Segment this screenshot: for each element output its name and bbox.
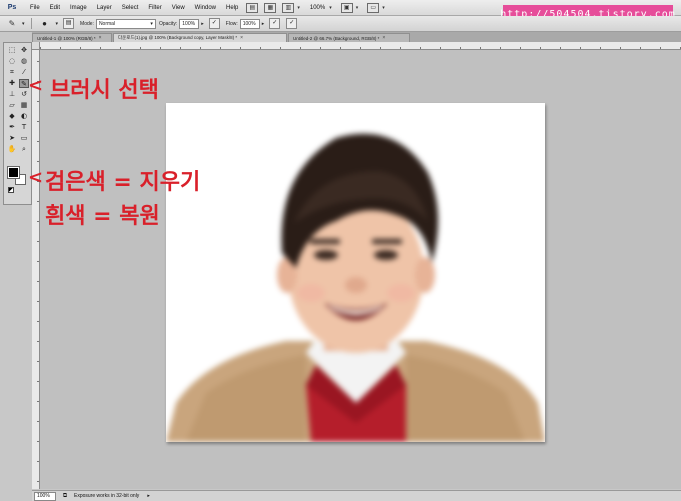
- move-tool-icon[interactable]: ✥: [19, 46, 29, 55]
- crop-tool-icon[interactable]: ⌗: [7, 68, 17, 77]
- status-info-icon[interactable]: ⧉: [60, 492, 70, 501]
- dodge-tool-icon[interactable]: ◐: [19, 112, 29, 121]
- screen-mode-icon[interactable]: ▭: [367, 2, 380, 13]
- opacity-label: Opacity:: [158, 20, 178, 27]
- ruler-origin[interactable]: [32, 42, 40, 50]
- annotation-arrow-brush: <: [28, 75, 44, 96]
- status-menu-icon[interactable]: ▸: [147, 493, 150, 499]
- image-canvas[interactable]: [166, 103, 545, 442]
- foreground-color-swatch[interactable]: [7, 166, 20, 179]
- quick-selection-tool-icon[interactable]: ◍: [19, 57, 29, 66]
- tab-label: Untitled-1 @ 100% (RGB/8) *: [37, 35, 96, 41]
- menu-window[interactable]: Window: [190, 5, 221, 11]
- menu-image[interactable]: Image: [65, 5, 92, 11]
- zoom-level[interactable]: 100%: [310, 5, 325, 11]
- zoom-dropdown-icon[interactable]: ▾: [329, 5, 332, 11]
- close-icon[interactable]: ×: [240, 35, 243, 41]
- tab-label: 다운로드(1).jpg @ 100% (Background copy, Lay…: [118, 35, 238, 40]
- divider: [30, 18, 32, 29]
- extras-dropdown-icon[interactable]: ▾: [297, 5, 300, 11]
- vertical-ruler[interactable]: [32, 42, 40, 489]
- opacity-slider-icon[interactable]: ▸: [201, 21, 204, 27]
- flow-label: Flow:: [225, 20, 238, 27]
- eraser-tool-icon[interactable]: ▱: [7, 101, 17, 110]
- annotation-arrow-colors: <: [28, 167, 44, 188]
- menu-select[interactable]: Select: [117, 5, 144, 11]
- opacity-field[interactable]: 100%: [179, 18, 200, 29]
- close-icon[interactable]: ×: [99, 35, 102, 41]
- menu-layer[interactable]: Layer: [92, 5, 117, 11]
- photoshop-logo: Ps: [7, 4, 17, 11]
- tab-untitled-1[interactable]: Untitled-1 @ 100% (RGB/8) * ×: [32, 33, 112, 42]
- extras-icon[interactable]: ▥: [282, 2, 295, 13]
- brush-preset-picker-icon[interactable]: ●: [36, 18, 54, 30]
- annotation-brush-select: 브러시 선택: [50, 78, 159, 103]
- options-bar: ✎ ▾ ● ▾ ▤ Mode: Normal ▾ Opacity: 100% ▸…: [0, 16, 681, 32]
- brush-picker-dropdown-icon[interactable]: ▾: [56, 21, 59, 27]
- blurred-portrait-photo: [166, 103, 545, 442]
- marquee-tool-icon[interactable]: ⬚: [7, 46, 17, 55]
- status-zoom-field[interactable]: 100%: [34, 491, 56, 501]
- status-bar: 100% ⧉ Exposure works in 32-bit only ▸: [32, 490, 681, 501]
- gradient-tool-icon[interactable]: ▦: [19, 101, 29, 110]
- pressure-size-icon[interactable]: ✓: [286, 18, 298, 29]
- pressure-opacity-icon[interactable]: ✓: [208, 18, 220, 29]
- shape-tool-icon[interactable]: ▭: [19, 134, 29, 143]
- blur-tool-icon[interactable]: ◆: [7, 112, 17, 121]
- annotation-black-erase: 검은색 = 지우기: [45, 170, 201, 195]
- lasso-tool-icon[interactable]: ◌: [7, 57, 17, 66]
- flow-field[interactable]: 100%: [239, 18, 260, 29]
- menu-file[interactable]: File: [25, 5, 45, 11]
- hand-tool-icon[interactable]: ✋: [7, 145, 17, 154]
- arrange-documents-icon[interactable]: ▣: [340, 2, 353, 13]
- left-gutter: [0, 205, 32, 501]
- default-colors-icon[interactable]: [8, 187, 14, 193]
- tab-label: Untitled-2 @ 66.7% (Background, RGB/8) *: [293, 35, 380, 41]
- tab-active-document[interactable]: 다운로드(1).jpg @ 100% (Background copy, Lay…: [113, 33, 287, 42]
- document-tab-bar: Untitled-1 @ 100% (RGB/8) * × 다운로드(1).jp…: [32, 32, 681, 42]
- blend-mode-select[interactable]: Normal ▾: [95, 18, 156, 29]
- brush-tool-preset-icon[interactable]: ✎: [4, 18, 20, 30]
- mini-bridge-icon[interactable]: ▦: [264, 2, 277, 13]
- bridge-icon[interactable]: ▤: [246, 2, 259, 13]
- close-icon[interactable]: ×: [382, 35, 385, 41]
- airbrush-icon[interactable]: ✓: [269, 18, 281, 29]
- arrange-dropdown-icon[interactable]: ▾: [356, 5, 359, 11]
- chevron-down-icon: ▾: [150, 20, 153, 27]
- screen-mode-dropdown-icon[interactable]: ▾: [382, 5, 385, 11]
- status-message: Exposure works in 32-bit only: [74, 493, 140, 499]
- clone-stamp-tool-icon[interactable]: ⊥: [7, 90, 17, 99]
- tool-preset-dropdown-icon[interactable]: ▾: [22, 21, 25, 27]
- menu-edit[interactable]: Edit: [45, 5, 65, 11]
- pen-tool-icon[interactable]: ✒: [7, 123, 17, 132]
- path-selection-tool-icon[interactable]: ➤: [7, 134, 17, 143]
- horizontal-ruler[interactable]: [40, 42, 681, 50]
- zoom-tool-icon[interactable]: ⌕: [19, 145, 29, 154]
- menu-filter[interactable]: Filter: [143, 5, 166, 11]
- annotation-white-restore: 흰색 = 복원: [45, 204, 160, 229]
- menu-help[interactable]: Help: [221, 5, 243, 11]
- flow-slider-icon[interactable]: ▸: [262, 21, 265, 27]
- mode-label: Mode:: [80, 20, 94, 27]
- tab-untitled-2[interactable]: Untitled-2 @ 66.7% (Background, RGB/8) *…: [288, 33, 410, 42]
- type-tool-icon[interactable]: T: [19, 123, 29, 132]
- blend-mode-value: Normal: [98, 20, 116, 27]
- menu-view[interactable]: View: [167, 5, 190, 11]
- brush-panel-toggle-icon[interactable]: ▤: [63, 18, 75, 29]
- healing-brush-tool-icon[interactable]: ✚: [7, 79, 17, 88]
